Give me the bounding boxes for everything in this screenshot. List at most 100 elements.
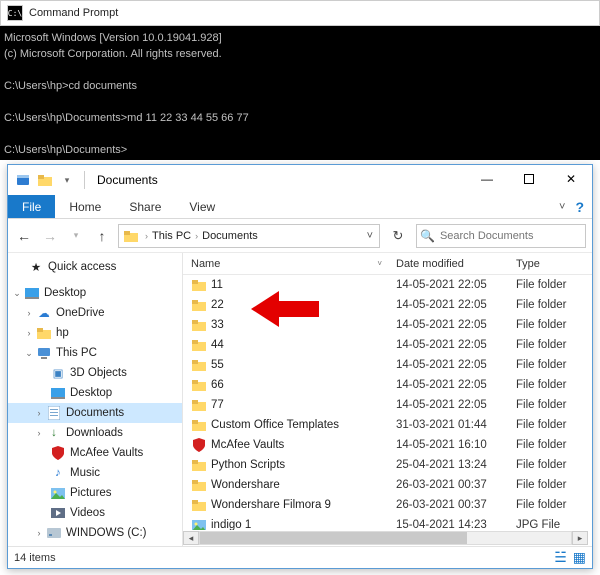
collapse-icon[interactable]: ⌄ [10, 288, 24, 299]
up-button[interactable]: ↑ [92, 226, 112, 246]
help-icon[interactable]: ? [575, 199, 584, 215]
file-name: Wondershare Filmora 9 [211, 499, 396, 511]
folder-icon [191, 417, 207, 433]
file-type: File folder [516, 279, 592, 291]
nav-music[interactable]: ♪Music [8, 463, 182, 483]
view-details-icon[interactable]: ☱ [554, 549, 567, 566]
close-button[interactable]: ✕ [550, 165, 592, 193]
expand-icon[interactable]: › [32, 408, 46, 418]
file-icon[interactable] [14, 171, 32, 189]
cube-icon: ▣ [50, 365, 66, 381]
file-date: 14-05-2021 22:05 [396, 359, 516, 371]
nav-this-pc[interactable]: ⌄This PC [8, 343, 182, 363]
minimize-button[interactable]: — [466, 165, 508, 193]
nav-onedrive[interactable]: ›☁OneDrive [8, 303, 182, 323]
breadcrumb-this-pc[interactable]: This PC [150, 230, 193, 242]
tab-share[interactable]: Share [115, 195, 175, 218]
file-type: File folder [516, 499, 592, 511]
cmd-title-bar[interactable]: C:\ Command Prompt [0, 0, 600, 26]
nav-mcafee[interactable]: McAfee Vaults [8, 443, 182, 463]
file-row[interactable]: 6614-05-2021 22:05File folder [183, 375, 592, 395]
breadcrumb-documents[interactable]: Documents [200, 230, 260, 242]
file-row[interactable]: 3314-05-2021 22:05File folder [183, 315, 592, 335]
pictures-icon [50, 485, 66, 501]
file-rows[interactable]: 1114-05-2021 22:05File folder2214-05-202… [183, 275, 592, 530]
refresh-button[interactable]: ↻ [386, 224, 410, 248]
file-name: Python Scripts [211, 459, 396, 471]
file-type: File folder [516, 399, 592, 411]
scroll-track[interactable] [199, 531, 572, 545]
cmd-output[interactable]: Microsoft Windows [Version 10.0.19041.92… [0, 26, 600, 162]
recent-locations-button[interactable]: ▾ [66, 226, 86, 246]
forward-button[interactable]: → [40, 226, 60, 246]
tab-home[interactable]: Home [55, 195, 115, 218]
nav-documents[interactable]: ›Documents [8, 403, 182, 423]
status-item-count: 14 items [14, 552, 56, 564]
explorer-title-bar[interactable]: ▾ Documents — ✕ [8, 165, 592, 195]
search-input[interactable] [438, 229, 585, 243]
ribbon-expand-icon[interactable]: ˅ [559, 201, 565, 213]
address-dropdown-icon[interactable]: ˅ [361, 230, 379, 242]
file-type: File folder [516, 339, 592, 351]
nav-hp[interactable]: ›hp [8, 323, 182, 343]
folder-open-icon[interactable] [36, 171, 54, 189]
file-row[interactable]: 7714-05-2021 22:05File folder [183, 395, 592, 415]
file-date: 14-05-2021 22:05 [396, 399, 516, 411]
file-name: 55 [211, 359, 396, 371]
drive-icon [46, 525, 62, 541]
navigation-pane[interactable]: ★Quick access ⌄Desktop ›☁OneDrive ›hp ⌄T… [8, 253, 183, 546]
nav-desktop[interactable]: ⌄Desktop [8, 283, 182, 303]
collapse-icon[interactable]: ⌄ [22, 348, 36, 359]
file-date: 26-03-2021 00:37 [396, 479, 516, 491]
nav-quick-access[interactable]: ★Quick access [8, 257, 182, 277]
file-row[interactable]: Custom Office Templates31-03-2021 01:44F… [183, 415, 592, 435]
tab-file[interactable]: File [8, 195, 55, 218]
tab-view[interactable]: View [175, 195, 229, 218]
scroll-thumb[interactable] [200, 532, 467, 544]
file-row[interactable]: Wondershare26-03-2021 00:37File folder [183, 475, 592, 495]
scroll-right-button[interactable]: ▸ [572, 531, 588, 545]
column-name[interactable]: Name˅ [183, 258, 388, 270]
file-row[interactable]: Wondershare Filmora 926-03-2021 00:37Fil… [183, 495, 592, 515]
navigation-row: ← → ▾ ↑ › This PC › Documents ˅ ↻ 🔍 [8, 219, 592, 253]
nav-desktop-2[interactable]: Desktop [8, 383, 182, 403]
file-row[interactable]: 4414-05-2021 22:05File folder [183, 335, 592, 355]
chevron-right-icon[interactable]: › [193, 231, 200, 241]
nav-downloads[interactable]: ›↓Downloads [8, 423, 182, 443]
folder-icon [191, 397, 207, 413]
expand-icon[interactable]: › [32, 528, 46, 538]
expand-icon[interactable]: › [32, 428, 46, 438]
file-name: 33 [211, 319, 396, 331]
file-date: 14-05-2021 22:05 [396, 319, 516, 331]
maximize-button[interactable] [508, 165, 550, 193]
file-row[interactable]: 5514-05-2021 22:05File folder [183, 355, 592, 375]
pc-icon [36, 345, 52, 361]
file-row[interactable]: 1114-05-2021 22:05File folder [183, 275, 592, 295]
chevron-down-icon[interactable]: ▾ [58, 171, 76, 189]
file-name: Custom Office Templates [211, 419, 396, 431]
expand-icon[interactable]: › [22, 308, 36, 318]
nav-pictures[interactable]: Pictures [8, 483, 182, 503]
nav-3d-objects[interactable]: ▣3D Objects [8, 363, 182, 383]
column-type[interactable]: Type [508, 258, 592, 270]
window-controls: — ✕ [466, 165, 592, 195]
chevron-right-icon[interactable]: › [143, 231, 150, 241]
search-box[interactable]: 🔍 [416, 224, 586, 248]
address-bar[interactable]: › This PC › Documents ˅ [118, 224, 380, 248]
nav-drive-c[interactable]: ›WINDOWS (C:) [8, 523, 182, 543]
file-row[interactable]: indigo 115-04-2021 14:23JPG File [183, 515, 592, 530]
file-name: Wondershare [211, 479, 396, 491]
expand-icon[interactable]: › [22, 328, 36, 338]
horizontal-scrollbar[interactable]: ◂ ▸ [183, 530, 592, 546]
file-row[interactable]: Python Scripts25-04-2021 13:24File folde… [183, 455, 592, 475]
nav-videos[interactable]: Videos [8, 503, 182, 523]
folder-icon [191, 457, 207, 473]
file-name: 11 [211, 279, 396, 291]
file-date: 15-04-2021 14:23 [396, 519, 516, 530]
back-button[interactable]: ← [14, 226, 34, 246]
scroll-left-button[interactable]: ◂ [183, 531, 199, 545]
view-thumbnails-icon[interactable]: ▦ [573, 549, 586, 566]
column-date[interactable]: Date modified [388, 258, 508, 270]
file-row[interactable]: McAfee Vaults14-05-2021 16:10File folder [183, 435, 592, 455]
file-row[interactable]: 2214-05-2021 22:05File folder [183, 295, 592, 315]
